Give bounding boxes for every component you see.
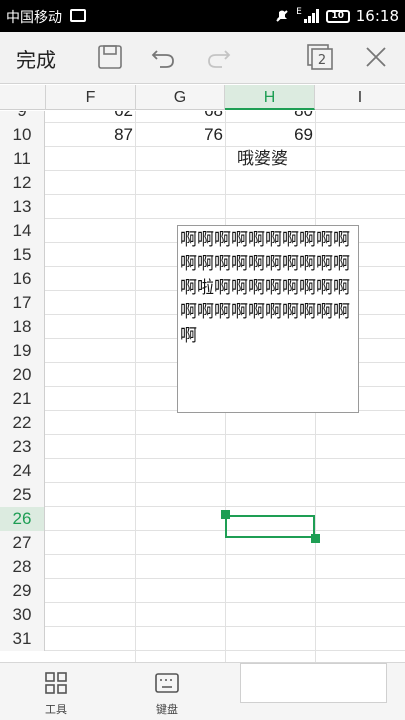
row-number[interactable]: 14 [0, 219, 45, 243]
column-f-header[interactable]: F [46, 85, 136, 110]
column-i-header[interactable]: I [315, 85, 405, 110]
row-number[interactable]: 23 [0, 435, 45, 459]
table-row[interactable]: 26 [0, 507, 405, 531]
table-row[interactable]: 27 [0, 531, 405, 555]
row-number[interactable]: 27 [0, 531, 45, 555]
row-number-active[interactable]: 26 [0, 507, 45, 531]
mute-icon [276, 10, 288, 22]
sheets-icon[interactable]: 2 [305, 42, 335, 72]
text-box[interactable]: 啊啊啊啊啊啊啊啊啊啊啊啊啊啊啊啊啊啊啊啊啊啦啊啊啊啊啊啊啊啊啊啊啊啊啊啊啊啊啊啊… [177, 225, 359, 413]
row-number[interactable]: 20 [0, 363, 45, 387]
keyboard-icon [155, 673, 179, 693]
selected-cell-h26[interactable] [225, 515, 315, 538]
sheets-count: 2 [318, 53, 326, 68]
grid-icon [45, 672, 67, 694]
status-right: E 10 16:18 [274, 6, 399, 26]
gallery-icon [70, 9, 86, 22]
tools-label: 工具 [45, 703, 67, 716]
row-number[interactable]: 24 [0, 459, 45, 483]
table-row[interactable]: 29 [0, 579, 405, 603]
row-number[interactable]: 25 [0, 483, 45, 507]
cell-g10[interactable]: 76 [136, 123, 225, 147]
battery-icon: 10 [325, 9, 350, 23]
keyboard-button[interactable]: 键盘 [137, 669, 197, 717]
row-number[interactable]: 29 [0, 579, 45, 603]
row-number[interactable]: 19 [0, 339, 45, 363]
done-button[interactable]: 完成 [16, 44, 56, 73]
save-icon[interactable] [95, 42, 125, 72]
table-row[interactable]: 28 [0, 555, 405, 579]
table-row[interactable]: 25 [0, 483, 405, 507]
row-number[interactable]: 12 [0, 171, 45, 195]
row-number[interactable]: 30 [0, 603, 45, 627]
cell-f9[interactable]: 62 [46, 111, 135, 123]
tools-button[interactable]: 工具 [26, 669, 86, 717]
corner-cell[interactable] [0, 85, 46, 110]
row-number[interactable]: 15 [0, 243, 45, 267]
table-row[interactable]: 23 [0, 435, 405, 459]
row-number[interactable]: 16 [0, 267, 45, 291]
table-row[interactable]: 24 [0, 459, 405, 483]
cell-h11[interactable]: 哦婆婆 [200, 147, 290, 171]
table-row[interactable]: 30 [0, 603, 405, 627]
cell-h9[interactable]: 80 [226, 111, 315, 123]
spreadsheet-grid[interactable]: 9 10 11 12 13 14 15 16 17 18 19 20 21 22… [0, 111, 405, 662]
row-number[interactable]: 31 [0, 627, 45, 651]
carrier-name: 中国移动 [6, 10, 62, 26]
cell-f10[interactable]: 87 [46, 123, 135, 147]
edit-toolbar: 完成 2 [0, 32, 405, 84]
row-number[interactable]: 17 [0, 291, 45, 315]
row-number[interactable]: 28 [0, 555, 45, 579]
formula-input[interactable] [240, 663, 387, 703]
row-number[interactable]: 10 [0, 123, 45, 147]
row-number[interactable]: 13 [0, 195, 45, 219]
column-header: F G H I [0, 85, 405, 110]
table-row[interactable]: 22 [0, 411, 405, 435]
column-g-header[interactable]: G [136, 85, 225, 110]
redo-icon[interactable] [204, 42, 234, 72]
table-row[interactable]: 13 [0, 195, 405, 219]
bottom-bar: 工具 键盘 [0, 662, 405, 720]
signal-icon [303, 9, 319, 23]
table-row[interactable]: 31 [0, 627, 405, 651]
selection-handle-bottom-right[interactable] [311, 534, 320, 543]
clock: 16:18 [355, 7, 399, 25]
close-icon[interactable] [361, 42, 391, 72]
column-h-header[interactable]: H [225, 85, 315, 110]
network-type: E [296, 7, 302, 17]
keyboard-label: 键盘 [156, 703, 178, 716]
table-row[interactable]: 12 [0, 171, 405, 195]
status-bar: 中国移动 E 10 16:18 [0, 0, 405, 32]
cell-g9[interactable]: 68 [136, 111, 225, 123]
selection-handle-top-left[interactable] [221, 510, 230, 519]
row-number[interactable]: 9 [0, 111, 45, 123]
undo-icon[interactable] [148, 42, 178, 72]
cell-h10[interactable]: 69 [226, 123, 315, 147]
row-number[interactable]: 11 [0, 147, 45, 171]
row-number[interactable]: 18 [0, 315, 45, 339]
row-number[interactable]: 21 [0, 387, 45, 411]
row-number[interactable]: 22 [0, 411, 45, 435]
